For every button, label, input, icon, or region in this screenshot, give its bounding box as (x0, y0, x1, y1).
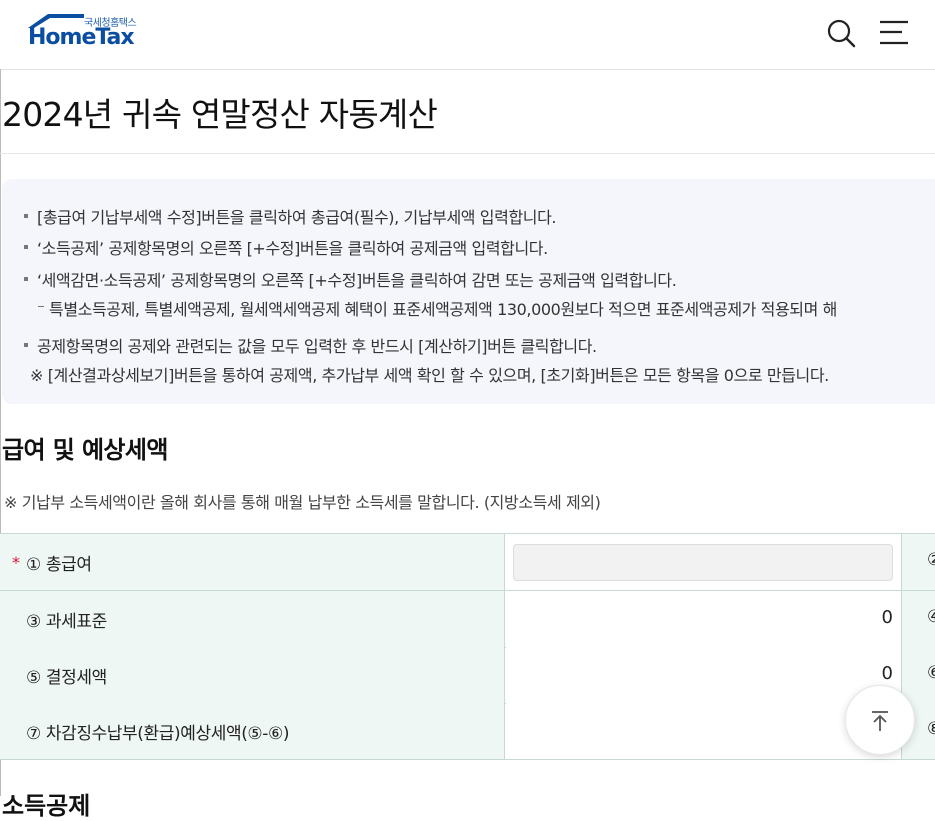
table-row-determined-tax: ⑤ 결정세액 0 ⑥ (0, 647, 935, 704)
search-button[interactable] (826, 18, 856, 48)
instruction-box: [총급여 기납부세액 수정]버튼을 클릭하여 총급여(필수), 기납부세액 입력… (2, 179, 935, 404)
instruction-item: ‘소득공제’ 공제항목명의 오른쪽 [+수정]버튼을 클릭하여 공제금액 입력합… (24, 235, 548, 259)
table-row-tax-base: ③ 과세표준 0 ④ (0, 591, 935, 648)
salary-tax-table: * ① 총급여 ② ③ 과세표준 0 ④ ⑤ 결정세액 0 ⑥ (0, 533, 935, 760)
row-label-cell: * ① 총급여 (0, 534, 505, 590)
instruction-item: 공제항목명의 공제와 관련되는 값을 모두 입력한 후 반드시 [계산하기]버튼… (24, 333, 597, 357)
total-salary-input[interactable] (513, 544, 893, 581)
bullet-icon (24, 276, 28, 281)
determined-tax-value: 0 (881, 663, 893, 684)
menu-button[interactable] (878, 18, 910, 48)
bullet-icon (24, 213, 28, 218)
right-label-cell: ④ (901, 591, 935, 647)
instruction-item: ‘세액감면·소득공제’ 공제항목명의 오른쪽 [+수정]버튼을 클릭하여 감면 … (24, 267, 677, 291)
instruction-text: 특별소득공제, 특별세액공제, 월세액세액공제 혜택이 표준세액공제액 130,… (49, 300, 837, 319)
table-row-expected-tax: ⑦ 차감징수납부(환급)예상세액(⑤-⑥) ⑧ (0, 703, 935, 760)
row-label: ③ 과세표준 (26, 612, 107, 632)
row-value-cell (506, 534, 901, 590)
right-label-cell: ② (901, 534, 935, 590)
logo-english-text: HomeTax (28, 25, 135, 50)
row-label: ⑦ 차감징수납부(환급)예상세액(⑤-⑥) (26, 724, 290, 744)
section-note: ※ 기납부 소득세액이란 올해 회사를 통해 매월 납부한 소득세를 말합니다.… (4, 493, 601, 512)
row-label-cell: ③ 과세표준 (0, 591, 505, 647)
bullet-icon (24, 342, 28, 347)
row-value-cell: 0 (506, 647, 901, 703)
row-label-cell: ⑤ 결정세액 (0, 647, 505, 703)
section-title: 급여 및 예상세액 (2, 436, 168, 464)
bullet-icon (24, 244, 28, 249)
search-icon (827, 19, 856, 48)
hometax-logo[interactable]: 국세청홈택스 HomeTax (24, 12, 148, 52)
row-label: ⑧ (927, 719, 935, 739)
row-label: ② (927, 550, 935, 570)
instruction-text: ‘세액감면·소득공제’ 공제항목명의 오른쪽 [+수정]버튼을 클릭하여 감면 … (37, 271, 677, 290)
hamburger-menu-icon (880, 20, 908, 45)
instruction-text: ‘소득공제’ 공제항목명의 오른쪽 [+수정]버튼을 클릭하여 공제금액 입력합… (37, 239, 548, 258)
page-title: 2024년 귀속 연말정산 자동계산 (2, 95, 438, 134)
table-row-total-salary: * ① 총급여 ② (0, 534, 935, 591)
right-label-cell: ⑥ (901, 647, 935, 703)
instruction-item: [총급여 기납부세액 수정]버튼을 클릭하여 총급여(필수), 기납부세액 입력… (24, 204, 557, 228)
instruction-text: [총급여 기납부세액 수정]버튼을 클릭하여 총급여(필수), 기납부세액 입력… (37, 208, 557, 227)
row-label: ⑥ (927, 663, 935, 683)
dash-icon (38, 306, 44, 307)
title-divider (0, 153, 935, 154)
row-label: ⑤ 결정세액 (26, 668, 107, 688)
row-label-cell: ⑦ 차감징수납부(환급)예상세액(⑤-⑥) (0, 703, 505, 759)
row-value-cell (506, 703, 901, 759)
instruction-subitem: 특별소득공제, 특별세액공제, 월세액세액공제 혜택이 표준세액공제액 130,… (38, 296, 837, 320)
instruction-note: ※ [계산결과상세보기]버튼을 통하여 공제액, 추가납부 세액 확인 할 수 … (30, 366, 829, 385)
row-label: ④ (927, 607, 935, 627)
scroll-to-top-button[interactable] (845, 685, 915, 755)
site-header: 국세청홈택스 HomeTax (0, 0, 935, 70)
required-mark: * (12, 553, 20, 572)
row-value-cell: 0 (506, 591, 901, 647)
instruction-text: 공제항목명의 공제와 관련되는 값을 모두 입력한 후 반드시 [계산하기]버튼… (37, 337, 597, 356)
row-label: ① 총급여 (26, 555, 92, 575)
arrow-up-to-top-icon (872, 711, 888, 731)
next-section-title: 소득공제 (2, 792, 91, 820)
tax-base-value: 0 (881, 607, 893, 628)
